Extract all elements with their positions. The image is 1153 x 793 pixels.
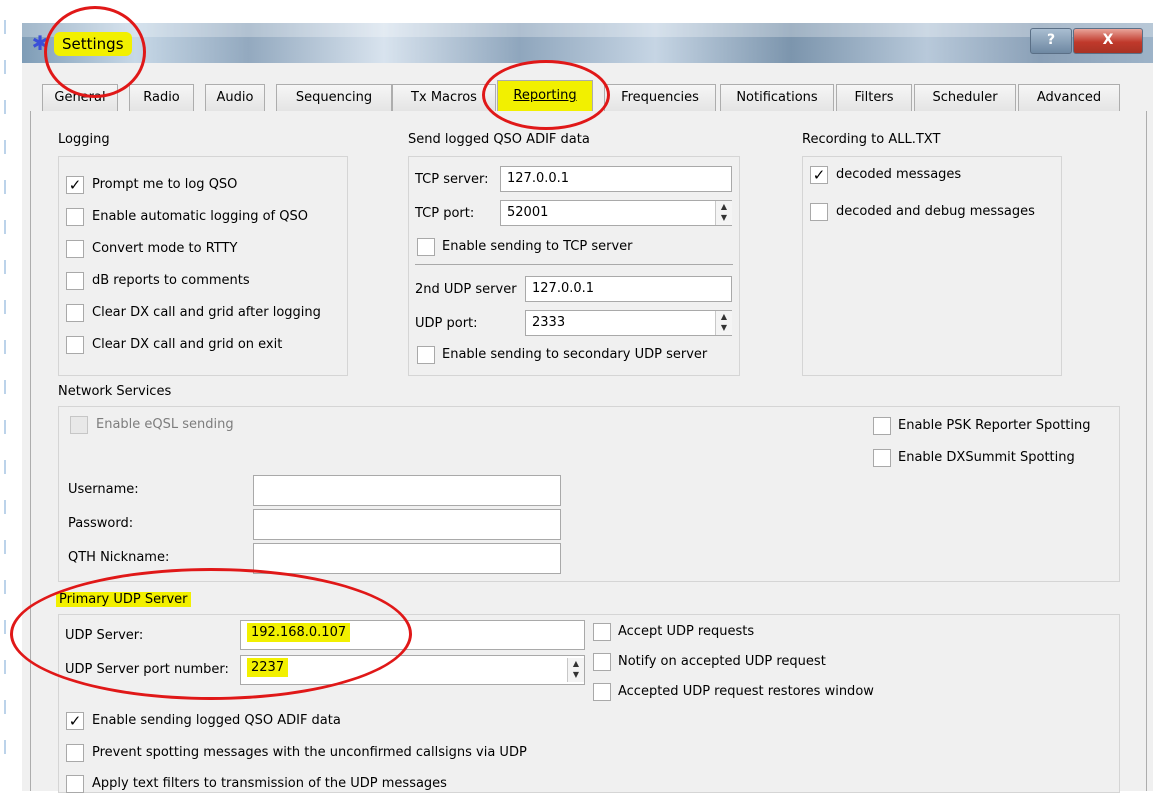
enable-tcp-label: Enable sending to TCP server: [442, 239, 633, 254]
annotation-circle-reporting: [482, 60, 610, 130]
dxsummit-label: Enable DXSummit Spotting: [898, 450, 1075, 465]
notify-udp-label: Notify on accepted UDP request: [618, 654, 826, 669]
close-button[interactable]: X: [1073, 28, 1143, 54]
background-line: [4, 20, 6, 780]
clear-after-logging-label: Clear DX call and grid after logging: [92, 305, 321, 320]
accept-udp-label: Accept UDP requests: [618, 624, 755, 639]
help-button[interactable]: ?: [1030, 28, 1072, 54]
qth-nickname-label: QTH Nickname:: [68, 550, 170, 565]
udp-port-value: 2333: [532, 315, 566, 330]
send-adif-label: Enable sending logged QSO ADIF data: [92, 713, 341, 728]
udp-port-label: UDP port:: [415, 316, 478, 331]
username-input[interactable]: [253, 475, 561, 506]
dxsummit-checkbox[interactable]: [873, 449, 891, 467]
udp2-server-input[interactable]: 127.0.0.1: [525, 276, 732, 302]
tab-frequencies[interactable]: Frequencies: [604, 84, 716, 111]
apply-filters-checkbox[interactable]: [66, 775, 84, 793]
password-label: Password:: [68, 516, 134, 531]
convert-rtty-checkbox[interactable]: [66, 240, 84, 258]
prompt-log-checkbox[interactable]: ✓: [66, 176, 84, 194]
tab-advanced[interactable]: Advanced: [1018, 84, 1120, 111]
logging-title: Logging: [58, 132, 110, 147]
tab-filters[interactable]: Filters: [836, 84, 912, 111]
debug-messages-label: decoded and debug messages: [836, 204, 1035, 219]
enable-udp2-label: Enable sending to secondary UDP server: [442, 347, 708, 362]
apply-filters-label: Apply text filters to transmission of th…: [92, 776, 447, 791]
debug-messages-checkbox[interactable]: [810, 203, 828, 221]
tab-audio[interactable]: Audio: [205, 84, 265, 111]
clear-on-exit-checkbox[interactable]: [66, 336, 84, 354]
adif-title: Send logged QSO ADIF data: [408, 132, 590, 147]
qth-nickname-input[interactable]: [253, 543, 561, 574]
send-adif-checkbox[interactable]: ✓: [66, 712, 84, 730]
recording-group: [802, 156, 1062, 376]
enable-tcp-checkbox[interactable]: [417, 238, 435, 256]
title-bar-shine: [22, 23, 1153, 37]
auto-log-checkbox[interactable]: [66, 208, 84, 226]
spin-arrows-icon[interactable]: ▲ ▼: [567, 658, 584, 682]
tab-radio[interactable]: Radio: [129, 84, 194, 111]
notify-udp-checkbox[interactable]: [593, 653, 611, 671]
psk-reporter-checkbox[interactable]: [873, 417, 891, 435]
udp2-server-label: 2nd UDP server: [415, 282, 517, 297]
accept-udp-checkbox[interactable]: [593, 623, 611, 641]
eqsl-checkbox[interactable]: [70, 416, 88, 434]
restore-window-label: Accepted UDP request restores window: [618, 684, 874, 699]
tcp-port-stepper[interactable]: 52001: [500, 200, 732, 226]
network-title: Network Services: [58, 384, 172, 399]
adif-separator: [415, 264, 733, 265]
tcp-server-label: TCP server:: [415, 172, 489, 187]
clear-after-logging-checkbox[interactable]: [66, 304, 84, 322]
restore-window-checkbox[interactable]: [593, 683, 611, 701]
tab-tx-macros[interactable]: Tx Macros: [392, 84, 496, 111]
username-label: Username:: [68, 482, 139, 497]
tab-scheduler[interactable]: Scheduler: [914, 84, 1016, 111]
tcp-server-input[interactable]: 127.0.0.1: [500, 166, 732, 192]
db-reports-label: dB reports to comments: [92, 273, 250, 288]
psk-reporter-label: Enable PSK Reporter Spotting: [898, 418, 1091, 433]
tab-notifications[interactable]: Notifications: [720, 84, 834, 111]
annotation-circle-udp: [10, 568, 412, 700]
db-reports-checkbox[interactable]: [66, 272, 84, 290]
annotation-circle-title: [44, 6, 146, 98]
eqsl-label: Enable eQSL sending: [96, 417, 234, 432]
password-input[interactable]: [253, 509, 561, 540]
clear-on-exit-label: Clear DX call and grid on exit: [92, 337, 283, 352]
tcp-port-value: 52001: [507, 205, 549, 220]
decoded-messages-label: decoded messages: [836, 167, 962, 182]
prevent-spotting-checkbox[interactable]: [66, 744, 84, 762]
spin-arrows-icon[interactable]: ▲ ▼: [715, 311, 732, 335]
recording-title: Recording to ALL.TXT: [802, 132, 941, 147]
tab-sequencing[interactable]: Sequencing: [276, 84, 392, 111]
decoded-messages-checkbox[interactable]: ✓: [810, 166, 828, 184]
auto-log-label: Enable automatic logging of QSO: [92, 209, 308, 224]
enable-udp2-checkbox[interactable]: [417, 346, 435, 364]
udp-port-stepper[interactable]: 2333: [525, 310, 732, 336]
tcp-port-label: TCP port:: [415, 206, 475, 221]
prompt-log-label: Prompt me to log QSO: [92, 177, 238, 192]
prevent-spotting-label: Prevent spotting messages with the uncon…: [92, 745, 527, 760]
spin-arrows-icon[interactable]: ▲ ▼: [715, 201, 732, 225]
convert-rtty-label: Convert mode to RTTY: [92, 241, 238, 256]
